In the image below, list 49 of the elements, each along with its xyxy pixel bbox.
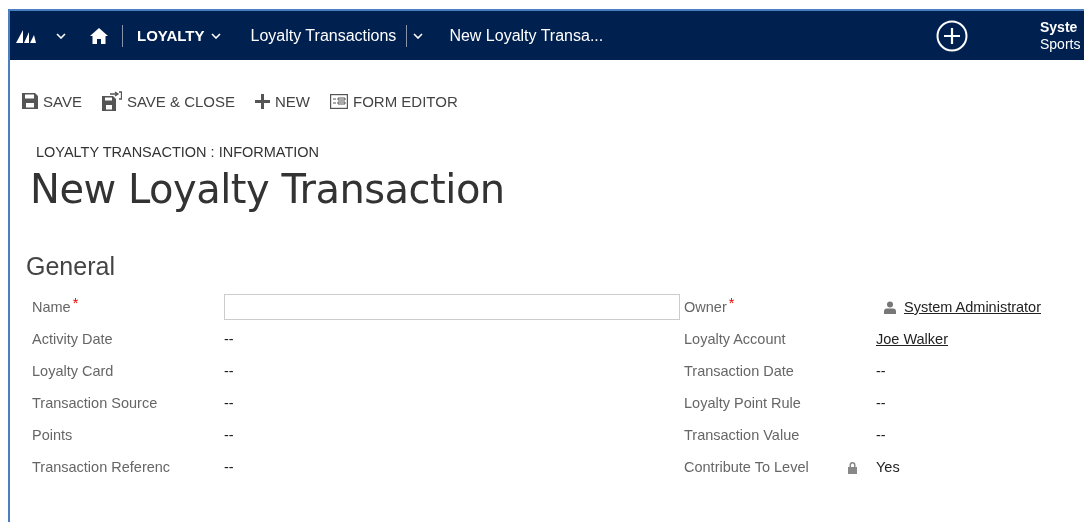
lookup-link[interactable]: System Administrator <box>904 299 1041 315</box>
save-button[interactable]: SAVE <box>22 92 82 110</box>
chevron-down-icon[interactable] <box>413 32 424 39</box>
save-close-button[interactable]: SAVE & CLOSE <box>101 91 235 111</box>
field-value: -- <box>876 395 886 411</box>
field-value: -- <box>224 331 234 347</box>
form-editor-button[interactable]: FORM EDITOR <box>330 92 458 110</box>
field-label: Points <box>32 427 73 443</box>
field-label: Loyalty Account <box>684 331 786 347</box>
field-value: -- <box>224 363 234 379</box>
field-label: Name <box>32 299 71 315</box>
chevron-down-icon[interactable] <box>210 32 221 39</box>
form-breadcrumb: LOYALTY TRANSACTION : INFORMATION <box>36 144 321 160</box>
field-value: -- <box>876 363 886 379</box>
lookup-link[interactable]: Joe Walker <box>876 331 948 347</box>
field-label: Transaction Date <box>684 363 794 379</box>
field-label: Transaction Referenc <box>32 459 171 475</box>
required-marker: * <box>728 295 735 311</box>
field-label: Transaction Source <box>32 395 158 411</box>
logo-icon[interactable] <box>16 28 38 43</box>
field-value: -- <box>224 395 234 411</box>
field-label: Loyalty Point Rule <box>684 395 801 411</box>
field-value: -- <box>876 427 886 443</box>
field-label: Contribute To Level <box>684 459 809 475</box>
user-icon <box>884 300 896 314</box>
field-value: Yes <box>876 459 900 475</box>
lock-icon <box>847 460 858 474</box>
entity-link[interactable]: Loyalty Transactions <box>250 26 397 45</box>
floppy-disk-arrow-icon <box>101 91 122 111</box>
home-icon[interactable] <box>90 27 108 44</box>
area-menu[interactable]: LOYALTY <box>137 27 205 44</box>
user-name[interactable]: Syste <box>1040 18 1084 36</box>
new-button[interactable]: NEW <box>255 92 310 110</box>
form-icon <box>330 93 348 109</box>
field-label: Owner <box>684 299 727 315</box>
field-value: -- <box>224 427 234 443</box>
chevron-down-icon[interactable] <box>56 32 66 39</box>
field-label: Loyalty Card <box>32 363 114 379</box>
plus-icon <box>255 93 270 109</box>
record-link[interactable]: New Loyalty Transa... <box>449 26 604 45</box>
field-value: -- <box>224 459 234 475</box>
name-input-field[interactable] <box>224 294 680 320</box>
add-icon[interactable] <box>936 19 968 52</box>
field-label: Transaction Value <box>684 427 800 443</box>
organization-name: Sports <box>1040 35 1082 53</box>
section-title: General <box>26 252 116 281</box>
required-marker: * <box>72 295 79 311</box>
field-label: Activity Date <box>32 331 113 347</box>
form-title: New Loyalty Transaction <box>30 166 506 212</box>
